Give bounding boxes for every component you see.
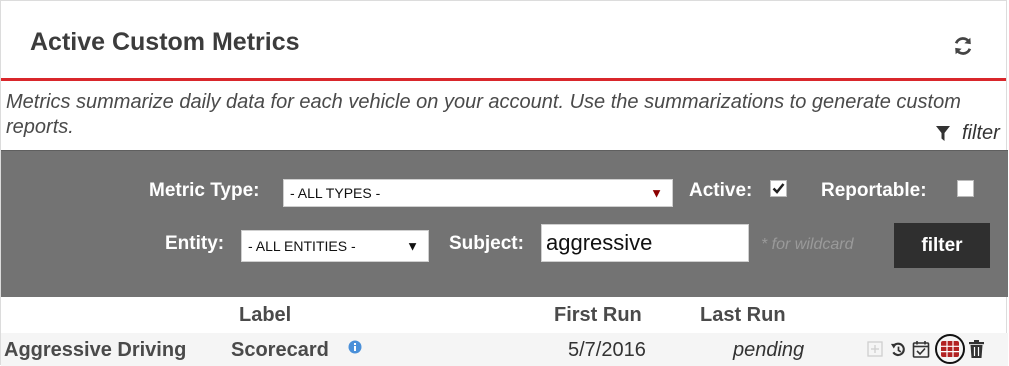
description-text: Metrics summarize daily data for each ve…	[6, 91, 961, 138]
table-row: Aggressive Driving Scorecard 5/7/2016 pe…	[1, 333, 1008, 366]
filter-panel: Metric Type: - ALL TYPES - ▼ Active: Rep…	[1, 150, 1008, 297]
metric-label[interactable]: Aggressive Driving	[4, 339, 186, 362]
custom-metrics-panel: Active Custom Metrics Metrics summarize …	[0, 0, 1008, 366]
metric-type-label: Metric Type:	[149, 180, 260, 201]
expand-icon[interactable]	[867, 341, 883, 357]
reportable-checkbox[interactable]	[957, 180, 974, 197]
checkmark-icon	[772, 183, 785, 194]
chevron-down-icon: ▼	[406, 238, 419, 254]
first-run-value: 5/7/2016	[568, 339, 646, 361]
column-header-last-run[interactable]: Last Run	[700, 304, 786, 327]
filter-toggle-link[interactable]: filter	[936, 122, 1000, 145]
column-header-label[interactable]: Label	[239, 304, 291, 327]
filter-link-label: filter	[962, 122, 1000, 144]
entity-label: Entity:	[165, 233, 225, 254]
active-label: Active:	[689, 180, 753, 201]
metric-type-value: - ALL TYPES -	[290, 185, 381, 201]
subject-label: Subject:	[449, 233, 524, 254]
page-title: Active Custom Metrics	[30, 28, 300, 56]
entity-select[interactable]: - ALL ENTITIES - ▼	[241, 230, 429, 262]
reportable-label: Reportable:	[821, 180, 927, 201]
metric-label-suffix: Scorecard	[231, 339, 329, 361]
wildcard-hint: * for wildcard	[761, 236, 854, 253]
calendar-check-icon[interactable]	[912, 340, 930, 358]
grid-icon[interactable]	[935, 334, 965, 364]
metric-type-select[interactable]: - ALL TYPES - ▼	[283, 179, 673, 207]
funnel-icon	[936, 126, 950, 141]
trash-icon[interactable]	[969, 340, 984, 358]
subject-input[interactable]	[541, 224, 749, 262]
last-run-value: pending	[733, 339, 805, 361]
entity-value: - ALL ENTITIES -	[248, 238, 356, 254]
column-header-first-run[interactable]: First Run	[554, 304, 642, 327]
chevron-down-icon: ▼	[650, 185, 663, 201]
filter-button[interactable]: filter	[894, 223, 990, 268]
info-icon[interactable]	[348, 340, 362, 354]
refresh-icon[interactable]	[948, 31, 978, 61]
panel-header: Active Custom Metrics	[1, 1, 1006, 81]
active-checkbox[interactable]	[770, 180, 787, 197]
history-icon[interactable]	[890, 341, 907, 358]
